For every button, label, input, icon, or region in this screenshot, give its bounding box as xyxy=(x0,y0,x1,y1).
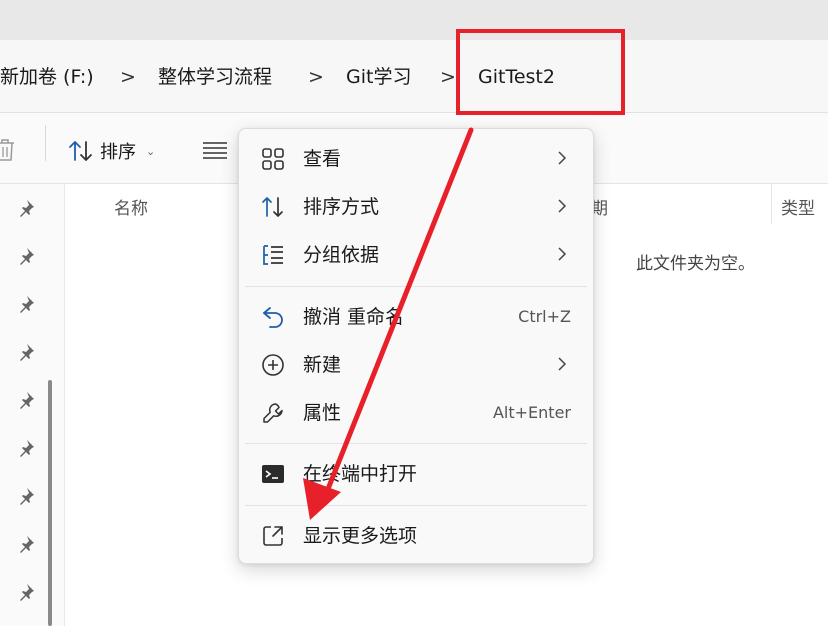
column-header-name[interactable]: 名称 xyxy=(114,194,148,219)
breadcrumb-separator[interactable]: > xyxy=(308,65,324,89)
empty-folder-message: 此文件夹为空。 xyxy=(636,254,755,274)
pin-icon[interactable] xyxy=(17,583,35,601)
menu-item-label: 撤消 重命名 xyxy=(303,306,405,328)
view-options-icon[interactable] xyxy=(202,141,228,159)
annotation-highlight-box xyxy=(456,29,625,115)
pin-icon[interactable] xyxy=(17,391,35,409)
menu-item-shortcut: Alt+Enter xyxy=(492,403,571,422)
pin-icon[interactable] xyxy=(17,343,35,361)
breadcrumb-drive[interactable]: 新加卷 (F:) xyxy=(0,65,94,89)
chevron-down-icon: ⌄ xyxy=(146,144,156,158)
menu-item-group-by[interactable]: 分组依据 xyxy=(239,232,593,278)
menu-item-label: 查看 xyxy=(303,148,342,170)
nav-scrollbar[interactable] xyxy=(48,380,52,626)
group-by-icon xyxy=(263,245,283,265)
undo-icon xyxy=(263,307,283,328)
menu-item-shortcut: Ctrl+Z xyxy=(518,307,571,326)
menu-separator xyxy=(245,505,587,506)
menu-item-label: 属性 xyxy=(303,402,342,424)
pin-icon[interactable] xyxy=(17,439,35,457)
menu-item-view[interactable]: 查看 xyxy=(239,136,593,182)
breadcrumb-separator[interactable]: > xyxy=(440,65,456,89)
menu-item-open-in-terminal[interactable]: 在终端中打开 xyxy=(239,451,593,497)
menu-item-label: 分组依据 xyxy=(303,244,380,266)
column-divider[interactable] xyxy=(771,184,772,224)
menu-item-label: 在终端中打开 xyxy=(303,463,418,485)
menu-separator xyxy=(245,286,587,287)
sort-button[interactable]: 排序 ⌄ xyxy=(68,137,155,165)
chevron-right-icon xyxy=(558,199,567,213)
pin-icon[interactable] xyxy=(17,247,35,265)
terminal-icon xyxy=(262,465,284,483)
sort-label: 排序 xyxy=(100,142,136,163)
menu-item-properties[interactable]: 属性 Alt+Enter xyxy=(239,390,593,436)
menu-item-label: 新建 xyxy=(303,354,342,376)
menu-item-label: 显示更多选项 xyxy=(303,525,418,547)
wrench-icon xyxy=(263,403,283,423)
address-bar[interactable]: 新加卷 (F:) > 整体学习流程 > Git学习 > GitTest2 xyxy=(0,40,828,113)
menu-item-undo-rename[interactable]: 撤消 重命名 Ctrl+Z xyxy=(239,294,593,340)
pin-icon[interactable] xyxy=(17,535,35,553)
sort-icon xyxy=(262,197,283,217)
context-menu: 查看 排序方式 分组依据 撤消 重命名 Ctrl+Z 新建 属性 Alt+Ent… xyxy=(238,128,594,564)
chevron-right-icon xyxy=(558,247,567,261)
new-icon xyxy=(262,354,284,376)
pin-icon[interactable] xyxy=(17,487,35,505)
menu-item-label: 排序方式 xyxy=(303,196,380,218)
breadcrumb-folder-flow[interactable]: 整体学习流程 xyxy=(158,65,272,89)
breadcrumb-folder-git[interactable]: Git学习 xyxy=(346,65,411,89)
title-bar xyxy=(0,0,828,40)
grid-view-icon xyxy=(262,148,284,170)
chevron-right-icon xyxy=(558,357,567,371)
menu-item-new[interactable]: 新建 xyxy=(239,342,593,388)
menu-item-show-more-options[interactable]: 显示更多选项 xyxy=(239,513,593,559)
pin-icon[interactable] xyxy=(17,199,35,217)
pin-icon[interactable] xyxy=(17,295,35,313)
column-header-type[interactable]: 类型 xyxy=(781,194,815,219)
more-options-icon xyxy=(263,526,283,546)
menu-separator xyxy=(245,443,587,444)
breadcrumb-separator[interactable]: > xyxy=(120,65,136,89)
delete-icon[interactable] xyxy=(0,137,16,163)
sort-icon xyxy=(69,141,92,161)
chevron-right-icon xyxy=(558,151,567,165)
toolbar-divider xyxy=(45,125,46,161)
menu-item-sort-by[interactable]: 排序方式 xyxy=(239,184,593,230)
